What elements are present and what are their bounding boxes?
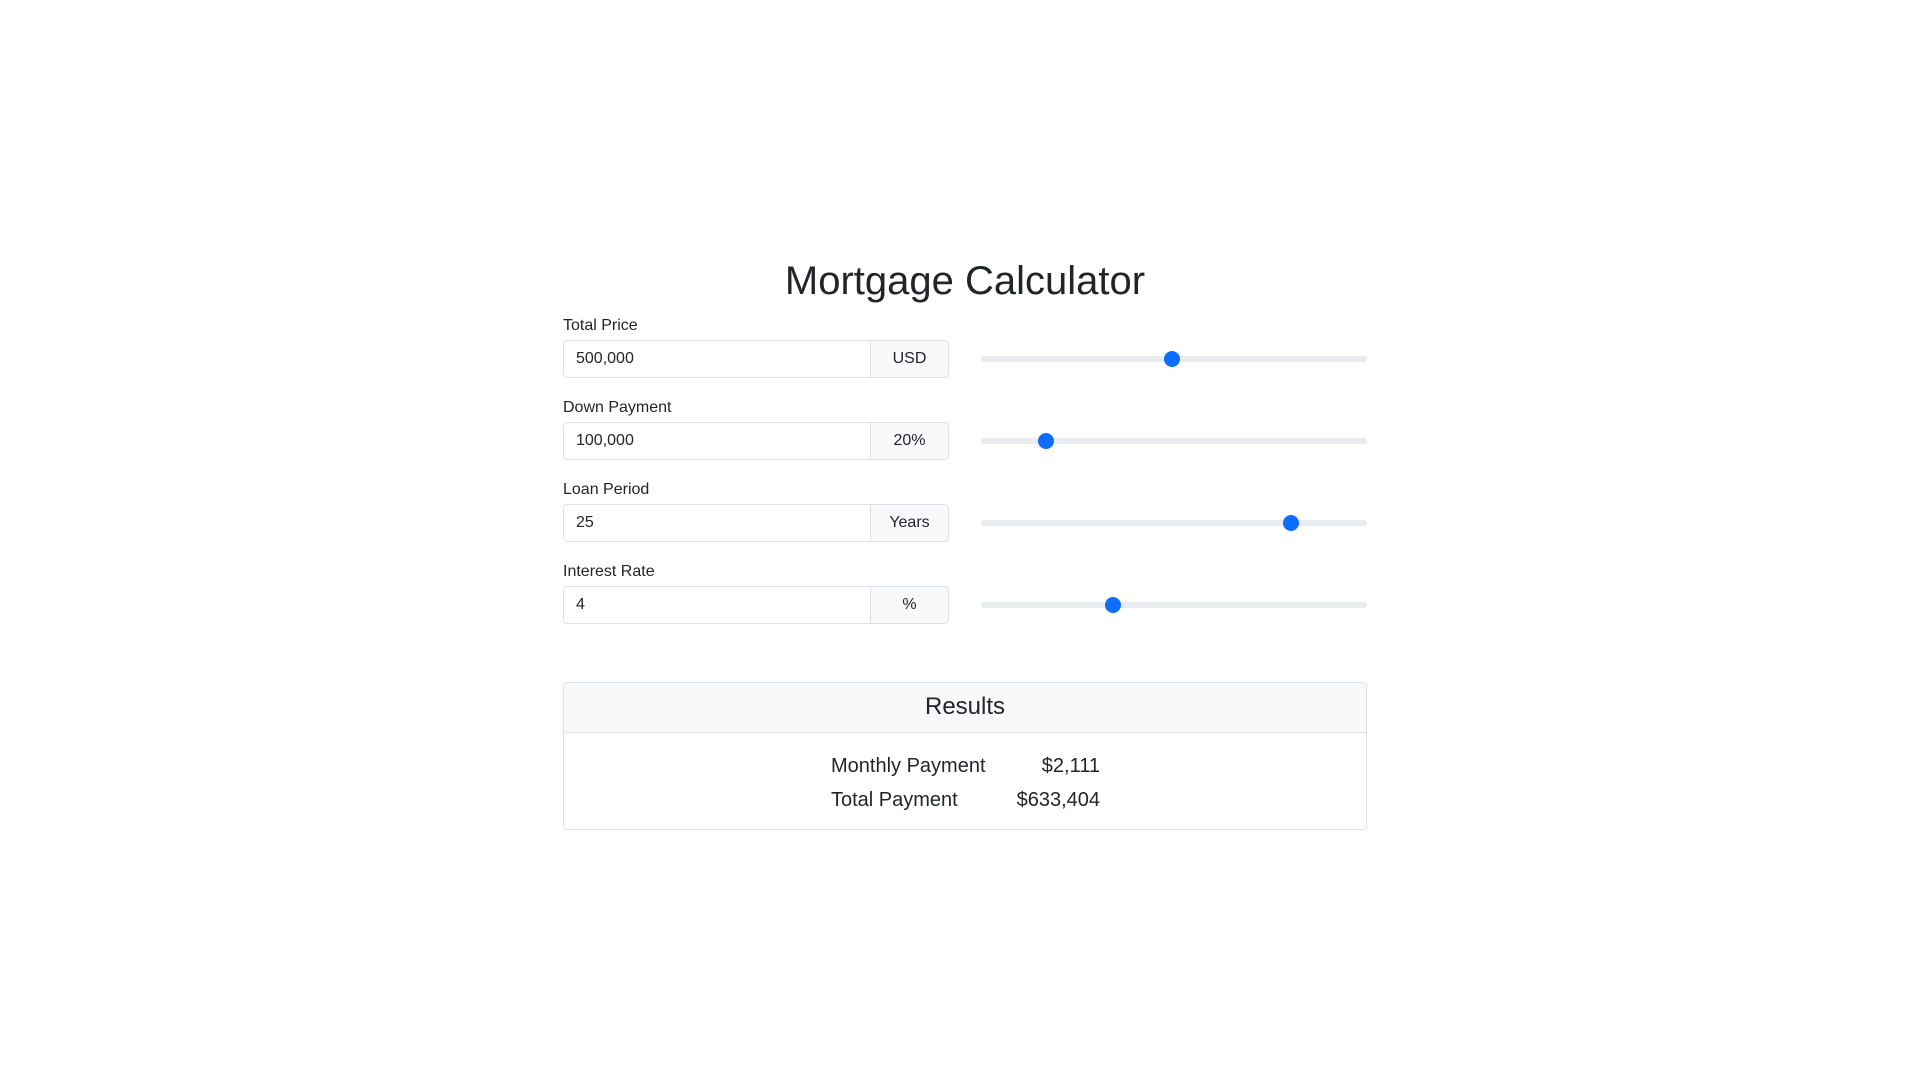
down-payment-input[interactable]	[563, 422, 870, 460]
loan-period-input-group: Years	[563, 504, 949, 542]
total-price-slider[interactable]	[981, 351, 1367, 367]
loan-period-slider-track	[981, 520, 1367, 526]
monthly-payment-label: Monthly Payment	[831, 755, 986, 777]
monthly-payment-row: Monthly Payment $2,111	[831, 752, 1100, 780]
interest-rate-slider[interactable]	[981, 597, 1367, 613]
total-price-label: Total Price	[563, 317, 638, 334]
loan-period-label: Loan Period	[563, 481, 650, 498]
results-header: Results	[564, 683, 1366, 733]
down-payment-input-group: 20%	[563, 422, 949, 460]
total-payment-row: Total Payment $633,404	[831, 786, 1100, 814]
loan-period-slider[interactable]	[981, 515, 1367, 531]
field-down-payment: Down Payment 20%	[563, 392, 1367, 474]
monthly-payment-value: $2,111	[1041, 755, 1100, 777]
total-payment-label: Total Payment	[831, 789, 958, 811]
results-card: Results Monthly Payment $2,111 Total Pay…	[563, 682, 1367, 830]
field-loan-period: Loan Period Years	[563, 474, 1367, 556]
total-payment-value: $633,404	[1016, 789, 1100, 811]
interest-rate-label: Interest Rate	[563, 563, 655, 580]
down-payment-label: Down Payment	[563, 399, 672, 416]
down-payment-slider[interactable]	[981, 433, 1367, 449]
field-total-price: Total Price USD	[563, 310, 1367, 392]
interest-rate-input-group: %	[563, 586, 949, 624]
interest-rate-input[interactable]	[563, 586, 870, 624]
down-payment-slider-thumb[interactable]	[1038, 433, 1055, 449]
loan-period-input[interactable]	[563, 504, 870, 542]
interest-rate-unit: %	[870, 586, 949, 624]
total-price-slider-thumb[interactable]	[1164, 351, 1181, 367]
calculator-container: Mortgage Calculator Total Price USD Down…	[563, 252, 1367, 830]
down-payment-percent: 20%	[870, 422, 949, 460]
results-body: Monthly Payment $2,111 Total Payment $63…	[564, 733, 1366, 829]
page: Mortgage Calculator Total Price USD Down…	[0, 0, 1920, 1080]
total-price-input[interactable]	[563, 340, 870, 378]
loan-period-unit: Years	[870, 504, 949, 542]
page-title: Mortgage Calculator	[784, 259, 1146, 303]
loan-period-slider-thumb[interactable]	[1282, 515, 1299, 531]
interest-rate-slider-track	[981, 602, 1367, 608]
interest-rate-slider-thumb[interactable]	[1104, 597, 1121, 613]
total-price-input-group: USD	[563, 340, 949, 378]
total-price-unit: USD	[870, 340, 949, 378]
field-interest-rate: Interest Rate %	[563, 556, 1367, 638]
